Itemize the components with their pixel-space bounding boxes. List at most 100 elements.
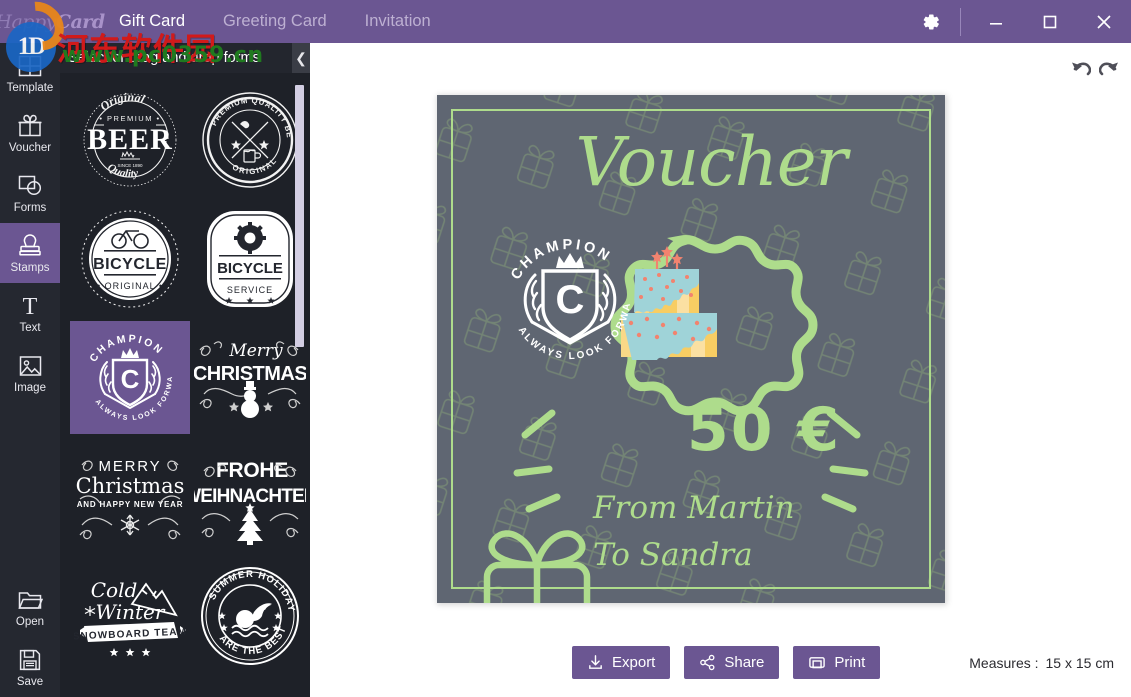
list-item[interactable]: PREMIUM QUALITY BEER ORIGINAL [190,83,310,196]
template-icon [17,53,43,79]
floppy-disk-icon [18,647,42,673]
app-logo-text: HappyCard [0,10,105,33]
history-controls [1067,55,1123,79]
list-item[interactable]: Original Quality • PREMIUM • BEER SINCE … [70,83,190,196]
export-button-label: Export [612,654,656,671]
folder-icon [17,587,43,613]
list-item[interactable]: BICYCLE SERVICE [190,202,310,315]
svg-text:Winter: Winter [96,600,166,624]
title-bar: HappyCard Gift Card Greeting Card Invita… [0,0,1131,43]
svg-text:FROHE: FROHE [216,459,288,482]
main-tabs: Gift Card Greeting Card Invitation [100,0,450,43]
svg-text:Christmas: Christmas [76,474,185,498]
window-controls [904,0,1131,43]
list-item[interactable]: CHAMPION ALWAYS LOOK FORWARD C [70,321,190,434]
shapes-icon [17,173,44,199]
list-item[interactable]: MERRY Christmas AND HAPPY NEW YEAR [70,440,190,553]
svg-text:AND HAPPY NEW YEAR: AND HAPPY NEW YEAR [77,500,184,509]
svg-text:SINCE 1890: SINCE 1890 [117,163,143,168]
canvas-stage: Voucher 50 € CHAMPION ALWAYS LOOK FORWA … [310,43,1131,697]
stamps-panel-title: Select or drag and drop forms [68,50,260,66]
sidebar-item-label: Template [6,81,54,94]
stamps-panel-header: Select or drag and drop forms ❮ [60,43,310,73]
list-item[interactable]: FROHE WEIHNACHTEN [190,440,310,553]
card-champion-stamp[interactable]: CHAMPION ALWAYS LOOK FORWARD C [495,225,645,375]
voucher-card[interactable]: Voucher 50 € CHAMPION ALWAYS LOOK FORWA … [437,95,945,603]
maximize-icon[interactable] [1023,0,1077,43]
list-item[interactable] [190,678,310,697]
sidebar-item-label: Forms [13,201,47,214]
sidebar-item-label: Save [16,675,44,688]
svg-text:BEER: BEER [87,123,173,156]
close-icon[interactable] [1077,0,1131,43]
stamps-panel: Select or drag and drop forms ❮ Original… [60,43,310,697]
sidebar-bottom-group: Open Save [0,577,60,697]
stamp-icon [17,233,43,259]
left-sidebar: Template Voucher Forms Stamps T Text Ima… [0,43,60,697]
list-item[interactable]: BICYCLE • ORIGINAL • [70,202,190,315]
share-button-label: Share [724,654,765,671]
measures-value: 15 x 15 cm [1045,654,1114,671]
app-window: HappyCard Gift Card Greeting Card Invita… [0,0,1131,697]
list-item[interactable]: Cold Winter SNOWBOARD TEAM [70,559,190,672]
sidebar-item-label: Text [19,321,41,334]
stamps-grid: Original Quality • PREMIUM • BEER SINCE … [60,73,310,697]
sidebar-item-label: Voucher [8,141,52,154]
download-icon [587,654,604,671]
sidebar-item-text[interactable]: T Text [0,283,60,343]
share-button[interactable]: Share [684,646,780,679]
sidebar-item-forms[interactable]: Forms [0,163,60,223]
svg-text:SUMMER HOLIDAYS: SUMMER HOLIDAYS [198,564,297,613]
share-icon [699,654,716,671]
svg-text:BICYCLE: BICYCLE [93,256,167,273]
stamps-scrollbar[interactable] [295,85,304,689]
svg-text:C: C [556,278,585,322]
svg-text:ARE THE BEST: ARE THE BEST [217,624,289,657]
tab-gift-card[interactable]: Gift Card [100,0,204,43]
minimize-icon[interactable] [969,0,1023,43]
list-item[interactable]: DIE BESTEN [70,678,190,697]
sidebar-item-stamps[interactable]: Stamps [0,223,60,283]
measures-label: Measures : [969,654,1039,671]
stamps-scrollbar-thumb[interactable] [295,85,304,347]
sidebar-item-template[interactable]: Template [0,43,60,103]
export-button[interactable]: Export [572,646,671,679]
bottom-toolbar: Export Share Print Measures : 15 x 15 cm [310,628,1131,697]
svg-text:• ORIGINAL •: • ORIGINAL • [97,281,163,291]
chevron-left-icon[interactable]: ❮ [292,43,310,73]
svg-text:PREMIUM QUALITY BEER: PREMIUM QUALITY BEER [198,88,294,139]
text-icon: T [18,293,42,319]
svg-text:C: C [121,364,140,394]
measures-info: Measures : 15 x 15 cm [969,655,1114,671]
card-amount[interactable]: 50 € [687,395,877,465]
sidebar-item-save[interactable]: Save [0,637,60,697]
list-item[interactable]: SUMMER HOLIDAYS ARE THE BEST [190,559,310,672]
svg-text:BICYCLE: BICYCLE [217,260,283,277]
redo-icon[interactable] [1097,55,1123,79]
svg-text:Cold: Cold [91,578,138,602]
sidebar-item-voucher[interactable]: Voucher [0,103,60,163]
sidebar-item-open[interactable]: Open [0,577,60,637]
app-logo: HappyCard [0,0,105,43]
gift-icon [17,113,43,139]
undo-icon[interactable] [1067,55,1093,79]
sidebar-item-label: Open [15,615,45,628]
window-controls-separator [960,7,961,36]
svg-text:• PREMIUM •: • PREMIUM • [99,114,160,123]
svg-text:Merry: Merry [228,341,283,361]
sidebar-item-label: Stamps [10,261,50,274]
gear-icon[interactable] [904,0,958,43]
sidebar-item-image[interactable]: Image [0,343,60,403]
card-from-text[interactable]: From Martin [593,490,795,526]
svg-text:MERRY: MERRY [99,458,162,475]
print-button-label: Print [834,654,866,671]
print-button[interactable]: Print [793,646,881,679]
sidebar-item-label: Image [14,381,46,394]
svg-text:T: T [23,294,38,318]
tab-greeting-card[interactable]: Greeting Card [204,0,346,43]
tab-invitation[interactable]: Invitation [346,0,450,43]
card-to-text[interactable]: To Sandra [593,537,753,573]
list-item[interactable]: Merry CHRISTMAS [190,321,310,434]
svg-text:SERVICE: SERVICE [227,285,273,295]
printer-icon [808,654,826,671]
